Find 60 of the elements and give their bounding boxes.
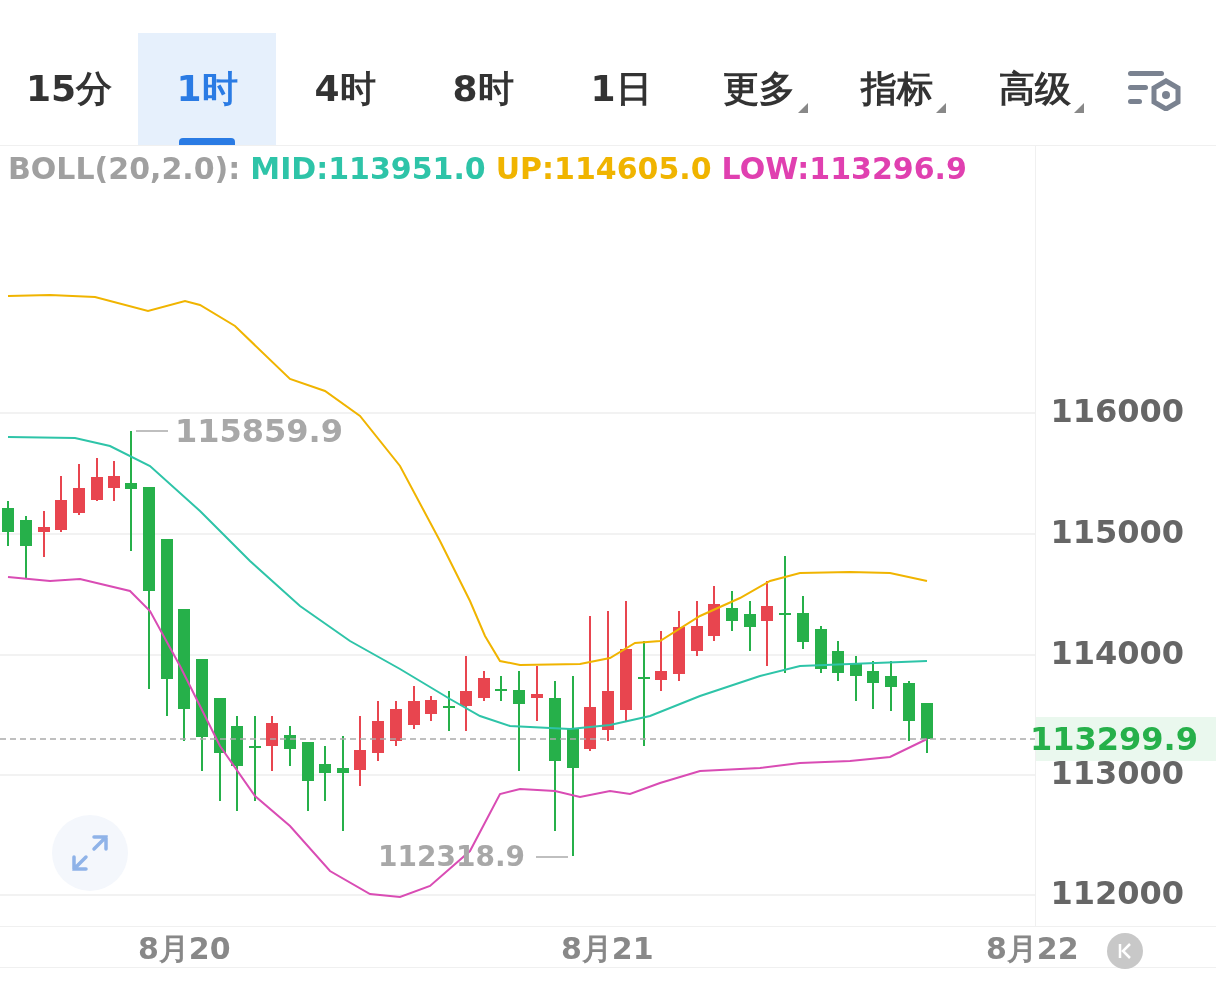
candlestick: [478, 670, 490, 702]
candlestick: [425, 695, 437, 722]
candlestick: [885, 660, 897, 712]
candlestick: [372, 700, 384, 762]
date-label: 8月20: [138, 930, 231, 968]
date-label: 8月21: [561, 930, 654, 968]
scroll-to-latest-icon[interactable]: [1107, 933, 1143, 969]
timeframe-tab[interactable]: 1时: [138, 33, 276, 145]
candlestick: [903, 680, 915, 742]
legend-label: BOLL(20,2.0):: [8, 151, 241, 186]
candlestick: [744, 600, 756, 652]
candlestick: [284, 725, 296, 767]
timeframe-tab[interactable]: 8时: [414, 33, 552, 145]
candlestick: [390, 700, 402, 747]
timeframe-tab[interactable]: 15分: [0, 33, 138, 145]
high-price-label: 115859.9: [175, 415, 343, 447]
candlestick: [921, 702, 933, 754]
candlestick: [55, 475, 67, 533]
leader-line: [535, 856, 569, 858]
candlestick: [815, 625, 827, 674]
timeframe-tab[interactable]: 1日: [552, 33, 690, 145]
candlestick: [495, 675, 507, 702]
candlestick: [73, 463, 85, 516]
timeframe-tab[interactable]: 4时: [276, 33, 414, 145]
dropdown-triangle-icon: [936, 103, 946, 113]
candlestick: [832, 640, 844, 682]
candlestick: [797, 595, 809, 650]
candlestick: [655, 630, 667, 692]
legend-label: UP:114605.0: [495, 151, 712, 186]
axis-label: 115000: [1050, 512, 1184, 553]
candlestick: [408, 685, 420, 730]
timeframe-tab[interactable]: 指标: [828, 33, 966, 145]
candlestick: [266, 715, 278, 772]
date-label: 8月22: [986, 930, 1079, 968]
candlestick: [726, 590, 738, 632]
timeframe-tab[interactable]: 更多: [690, 33, 828, 145]
dropdown-triangle-icon: [798, 103, 808, 113]
axis-label: 112000: [1050, 873, 1184, 914]
axis-label: 116000: [1050, 391, 1184, 432]
axis-label: 114000: [1050, 633, 1184, 674]
candlestick: [20, 515, 32, 580]
candlestick: [708, 585, 720, 642]
candlestick: [91, 457, 103, 502]
leader-line: [135, 430, 169, 432]
candlestick: [850, 655, 862, 702]
legend-label: LOW:113296.9: [721, 151, 967, 186]
candlestick: [443, 690, 455, 732]
candlestick: [108, 460, 120, 502]
candlestick: [2, 500, 14, 547]
dropdown-triangle-icon: [1074, 103, 1084, 113]
candlestick: [38, 510, 50, 558]
candlestick: [302, 741, 314, 812]
timeframe-tab[interactable]: 高级: [966, 33, 1104, 145]
candlestick: [867, 660, 879, 710]
candlestick: [673, 610, 685, 682]
candlestick: [354, 715, 366, 787]
candlestick: [319, 745, 331, 802]
legend-label: MID:113951.0: [250, 151, 486, 186]
candlestick: [691, 600, 703, 657]
candlestick: [531, 665, 543, 722]
